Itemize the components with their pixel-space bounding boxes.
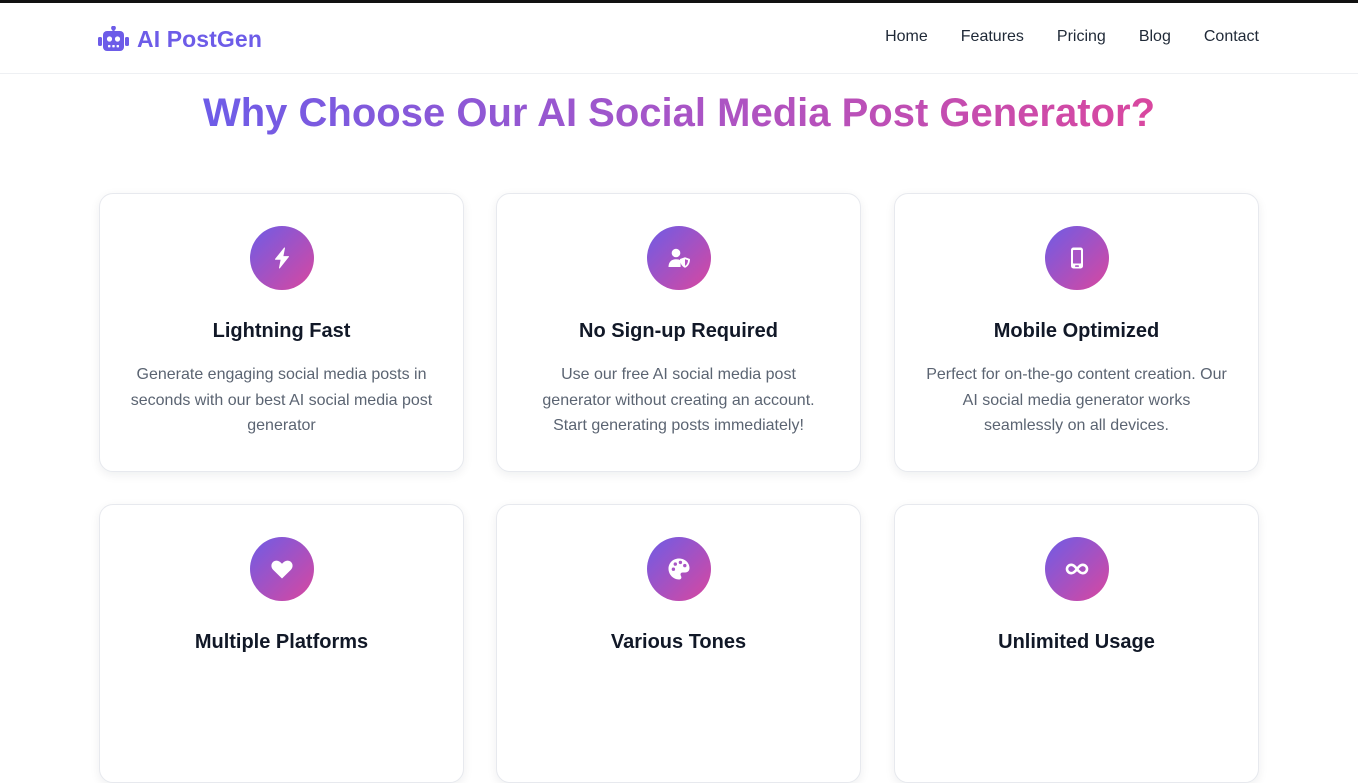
main-nav: Home Features Pricing Blog Contact [885, 27, 1259, 47]
heart-icon [271, 560, 293, 579]
user-shield-icon [668, 248, 690, 268]
brand-logo-link[interactable]: AI PostGen [98, 24, 262, 54]
brand-name: AI PostGen [137, 25, 262, 52]
feature-title: Various Tones [610, 631, 747, 653]
infinity-icon [1065, 563, 1089, 575]
feature-icon-badge [1045, 226, 1109, 290]
nav-features[interactable]: Features [961, 27, 1024, 47]
feature-title: Unlimited Usage [998, 631, 1155, 653]
feature-card-mobile-optimized: Mobile Optimized Perfect for on-the-go c… [894, 193, 1259, 472]
feature-icon-badge [647, 537, 711, 601]
mobile-phone-icon [1071, 247, 1083, 269]
feature-title: Multiple Platforms [194, 631, 369, 653]
nav-contact[interactable]: Contact [1204, 27, 1259, 47]
feature-description: Use our free AI social media post genera… [542, 366, 815, 434]
feature-card-multiple-platforms: Multiple Platforms [99, 504, 464, 783]
nav-pricing[interactable]: Pricing [1057, 27, 1106, 47]
palette-icon [668, 558, 690, 580]
section-title-text: Why Choose Our AI Social Media Post Gene… [202, 91, 1155, 135]
nav-home[interactable]: Home [885, 27, 928, 47]
lightning-bolt-icon [275, 247, 289, 269]
feature-card-unlimited-usage: Unlimited Usage [894, 504, 1259, 783]
feature-icon-badge [1045, 537, 1109, 601]
feature-card-no-signup: No Sign-up Required Use our free AI soci… [496, 193, 861, 472]
feature-card-lightning-fast: Lightning Fast Generate engaging social … [99, 193, 464, 472]
feature-icon-badge [250, 226, 314, 290]
section-title: Why Choose Our AI Social Media Post Gene… [0, 88, 1358, 138]
feature-title: No Sign-up Required [579, 320, 778, 342]
feature-icon-badge [647, 226, 711, 290]
feature-description: Generate engaging social media posts in … [130, 366, 433, 434]
feature-title: Lightning Fast [212, 320, 351, 342]
feature-card-various-tones: Various Tones [496, 504, 861, 783]
robot-icon [98, 26, 129, 51]
feature-title: Mobile Optimized [993, 320, 1160, 342]
feature-icon-badge [250, 537, 314, 601]
nav-blog[interactable]: Blog [1139, 27, 1171, 47]
site-header: AI PostGen Home Features Pricing Blog Co… [0, 3, 1358, 74]
feature-description: Perfect for on-the-go content creation. … [926, 366, 1227, 434]
